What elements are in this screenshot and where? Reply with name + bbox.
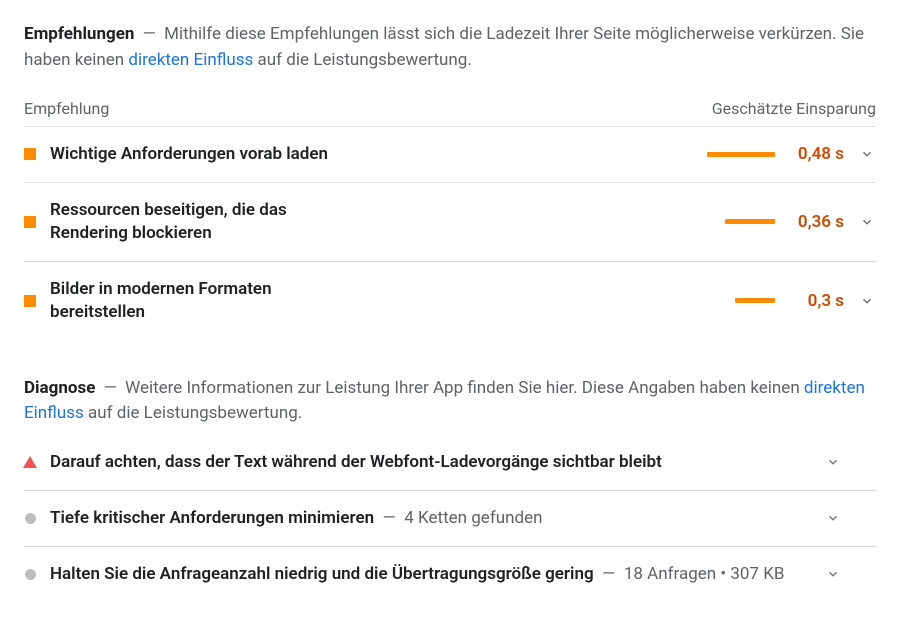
chevron-down-icon[interactable] — [824, 567, 842, 581]
recommendations-rows: Wichtige Anforderungen vorab laden 0,48 … — [24, 127, 876, 340]
recommendations-title: Empfehlungen — [24, 24, 134, 44]
dash: — — [104, 378, 122, 398]
recommendations-header: Empfehlungen — Mithilfe diese Empfehlung… — [24, 22, 876, 73]
savings-value: 0,48 s — [789, 144, 844, 164]
chevron-down-icon[interactable] — [858, 294, 876, 308]
chevron-down-icon[interactable] — [858, 147, 876, 161]
recommendation-row[interactable]: Wichtige Anforderungen vorab laden 0,48 … — [24, 127, 876, 183]
savings-bar — [705, 298, 775, 303]
diagnostic-row[interactable]: Darauf achten, dass der Text während der… — [24, 435, 876, 491]
chevron-down-icon[interactable] — [824, 455, 842, 469]
col-recommendation: Empfehlung — [24, 99, 109, 118]
savings-bar — [705, 152, 775, 157]
dash: — — [143, 24, 161, 44]
status-square-icon — [24, 216, 36, 228]
diagnostic-row[interactable]: Tiefe kritischer Anforderungen minimiere… — [24, 491, 876, 547]
diagnostics-desc-suffix: auf die Leistungsbewertung. — [84, 403, 303, 423]
diagnostic-row[interactable]: Halten Sie die Anfrageanzahl niedrig und… — [24, 547, 876, 602]
chevron-down-icon[interactable] — [858, 215, 876, 229]
diagnostics-rows: Darauf achten, dass der Text während der… — [24, 435, 876, 602]
status-circle-icon — [24, 512, 36, 524]
status-square-icon — [24, 295, 36, 307]
diagnostic-label: Darauf achten, dass der Text während der… — [50, 451, 810, 474]
recommendation-row[interactable]: Bilder in modernen Formaten bereitstelle… — [24, 262, 876, 340]
recommendations-table-header: Empfehlung Geschätzte Einsparung — [24, 81, 876, 127]
recommendation-row[interactable]: Ressourcen beseitigen, die das Rendering… — [24, 183, 876, 262]
status-triangle-icon — [24, 456, 36, 468]
recommendation-label: Ressourcen beseitigen, die das Rendering… — [50, 199, 364, 245]
chevron-down-icon[interactable] — [824, 511, 842, 525]
diagnostics-header: Diagnose — Weitere Informationen zur Lei… — [24, 376, 876, 427]
status-square-icon — [24, 148, 36, 160]
diagnostic-label: Halten Sie die Anfrageanzahl niedrig und… — [50, 563, 810, 586]
savings-value: 0,3 s — [789, 291, 844, 311]
diagnostic-label: Tiefe kritischer Anforderungen minimiere… — [50, 507, 810, 530]
recommendations-desc-suffix: auf die Leistungsbewertung. — [253, 50, 472, 70]
savings-value: 0,36 s — [789, 212, 844, 232]
savings-bar — [705, 219, 775, 224]
recommendation-label: Wichtige Anforderungen vorab laden — [50, 143, 364, 166]
diagnostics-desc-prefix: Weitere Informationen zur Leistung Ihrer… — [125, 378, 804, 398]
recommendation-label: Bilder in modernen Formaten bereitstelle… — [50, 278, 364, 324]
col-savings: Geschätzte Einsparung — [712, 99, 876, 118]
status-circle-icon — [24, 568, 36, 580]
recommendations-desc-link[interactable]: direkten Einfluss — [128, 50, 253, 70]
diagnostics-title: Diagnose — [24, 378, 95, 398]
